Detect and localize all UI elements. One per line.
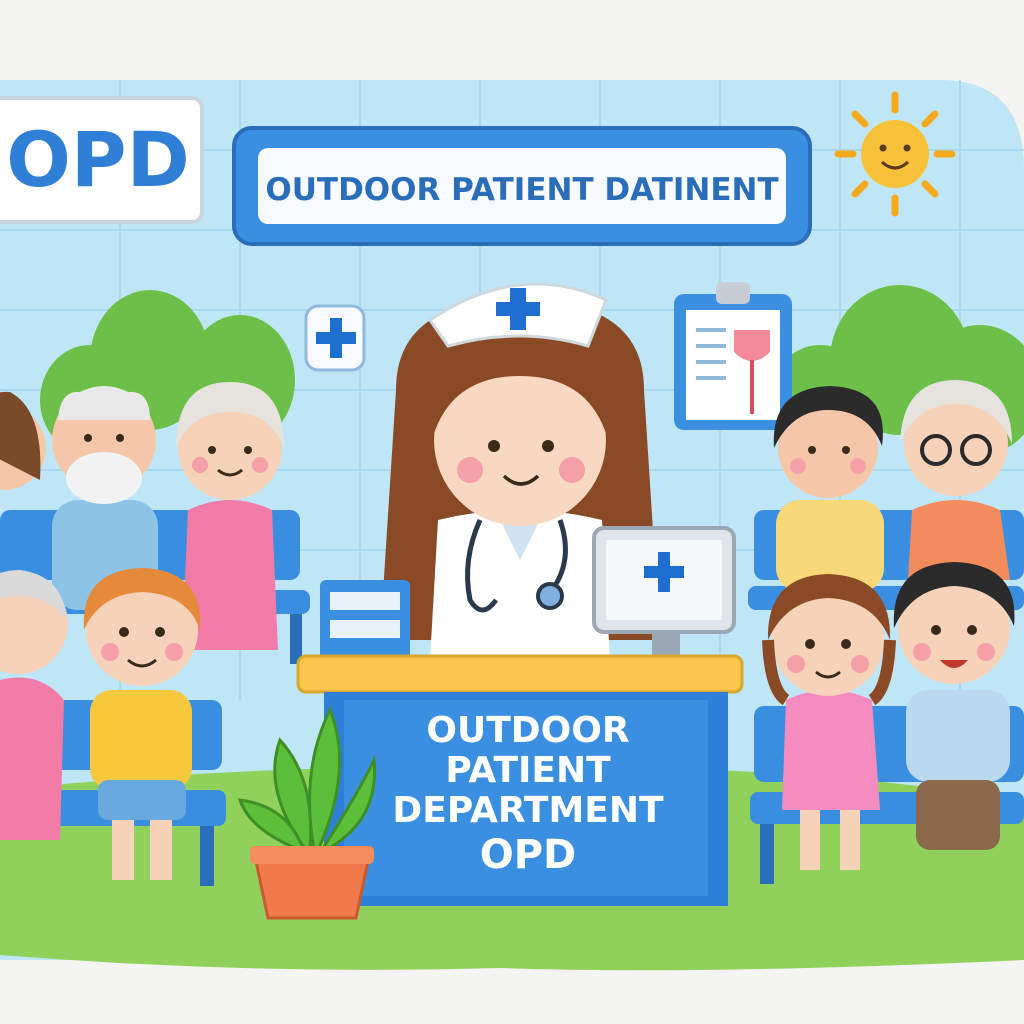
opd-sign: OPD: [0, 96, 204, 224]
banner-text: OUTDOOR PATIENT DATINENT: [265, 172, 778, 208]
department-banner: OUTDOOR PATIENT DATINENT: [232, 126, 812, 246]
desk-line-1: OUTDOOR: [426, 710, 629, 751]
opd-illustration: OPD OUTDOOR PATIENT DATINENT OUTDOOR PAT…: [0, 80, 1024, 971]
opd-sign-text: OPD: [6, 115, 189, 204]
desk-line-2: PATIENT: [445, 750, 611, 791]
clipboard-icon: [674, 282, 792, 430]
desk-line-3: DEPARTMENT: [392, 790, 664, 831]
medical-cross-icon: [304, 304, 366, 372]
file-folders-icon: [320, 580, 410, 660]
sun-icon: [834, 91, 956, 217]
patient-elderly-woman-front: [0, 570, 68, 840]
desk-line-4: OPD: [480, 832, 577, 878]
